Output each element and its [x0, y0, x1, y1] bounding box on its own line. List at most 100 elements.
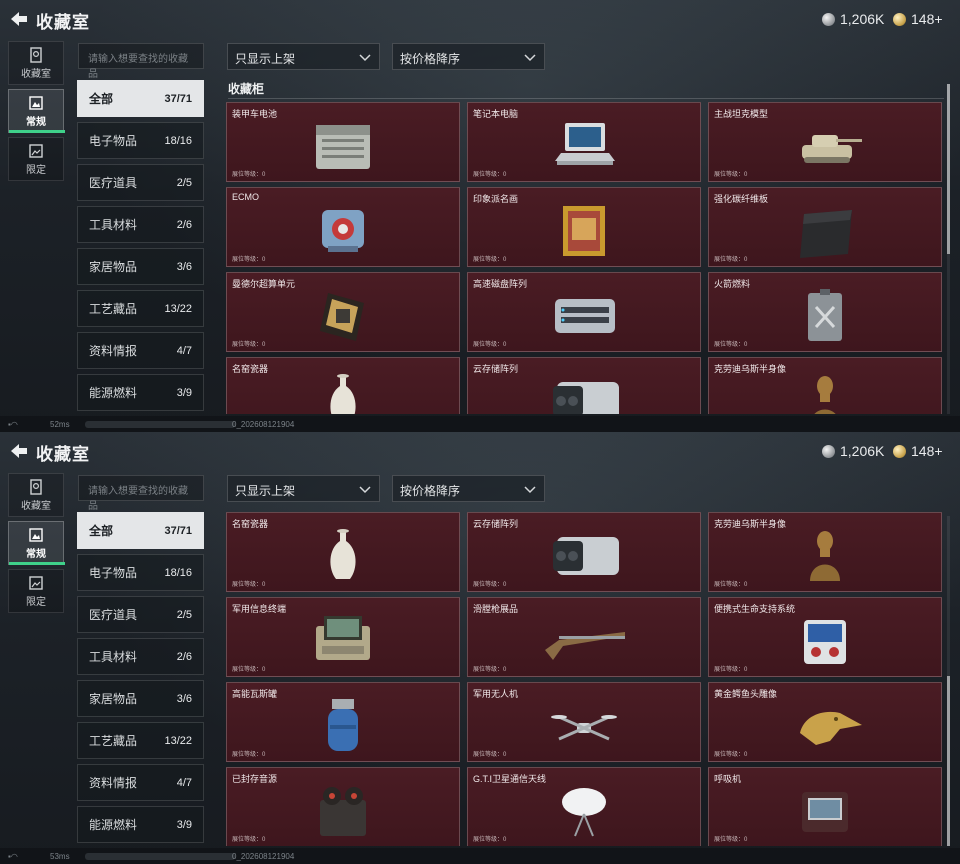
- scrollbar[interactable]: [947, 84, 950, 414]
- collection-item-card[interactable]: 已封存音源 展位等级：0: [226, 767, 460, 846]
- collection-item-card[interactable]: 印象派名画 展位等级：0: [467, 187, 701, 267]
- scrollbar[interactable]: [947, 516, 950, 846]
- collection-item-card[interactable]: 便携式生命支持系统 展位等级：0: [708, 597, 942, 677]
- gold-coin-icon: [893, 12, 906, 26]
- nav-label: 常规: [26, 117, 46, 128]
- nav-label: 收藏室: [21, 69, 51, 80]
- item-name: 高速磁盘阵列: [473, 279, 528, 289]
- scrollbar-thumb[interactable]: [947, 84, 950, 254]
- category-medical[interactable]: 医疗道具 2/5: [77, 164, 204, 201]
- cabinet-grid-viewport[interactable]: 装甲车电池展位等级：0笔记本电脑展位等级：0主战坦克模型展位等级：0ECMO展位…: [226, 512, 944, 846]
- collection-item-card[interactable]: 笔记本电脑 展位等级：0: [467, 102, 701, 182]
- category-tools[interactable]: 工具材料 2/6: [77, 638, 204, 675]
- search-input[interactable]: 请输入想要查找的收藏品: [78, 43, 204, 80]
- life-support-icon: [804, 620, 846, 664]
- vase-icon: [330, 374, 356, 414]
- collection-item-card[interactable]: 云存储阵列展位等级：0: [467, 512, 701, 592]
- wifi-icon: ▪◠: [8, 420, 18, 429]
- category-all[interactable]: 全部 37/71: [77, 512, 204, 549]
- category-intel[interactable]: 资料情报 4/7: [77, 332, 204, 369]
- redacted-text: [85, 853, 235, 860]
- nav-collection-room[interactable]: 收藏室: [8, 41, 64, 85]
- silver-value: 1,206K: [840, 11, 885, 27]
- collection-item-card[interactable]: 装甲车电池展位等级：0: [226, 102, 460, 182]
- category-label: 全部: [89, 92, 114, 106]
- chevron-down-icon: [524, 54, 536, 62]
- scrollbar-thumb[interactable]: [947, 676, 950, 846]
- category-energy[interactable]: 能源燃料 3/9: [77, 374, 204, 411]
- search-input[interactable]: 请输入想要查找的收藏品: [78, 475, 204, 512]
- regular-frame-icon: [29, 96, 43, 110]
- item-name: 曼德尔超算单元: [232, 279, 296, 289]
- category-crafts[interactable]: 工艺藏品 13/22: [77, 290, 204, 327]
- sort-dropdown[interactable]: 按价格降序: [392, 475, 545, 502]
- collection-item-card[interactable]: 呼吸机 展位等级：0: [708, 767, 942, 846]
- category-crafts[interactable]: 工艺藏品 13/22: [77, 722, 204, 759]
- silver-coin-icon: [822, 12, 835, 26]
- gold-currency[interactable]: 148+: [893, 9, 943, 29]
- item-name: 主战坦克模型: [714, 109, 769, 119]
- vase-icon: [330, 529, 356, 579]
- item-name: 云存储阵列: [473, 519, 519, 529]
- collection-item-card[interactable]: 高速磁盘阵列 展位等级：0: [467, 272, 701, 352]
- item-name: 滑膛枪展品: [473, 604, 519, 614]
- category-count: 2/6: [176, 218, 192, 231]
- item-name: 军用无人机: [473, 689, 519, 699]
- booth-level: 展位等级：0: [232, 342, 266, 348]
- category-tools[interactable]: 工具材料 2/6: [77, 206, 204, 243]
- nav-limited[interactable]: 限定: [8, 137, 64, 181]
- collection-item-card[interactable]: ECMO 展位等级：0: [226, 187, 460, 267]
- collection-item-card[interactable]: 克劳迪乌斯半身像展位等级：0: [708, 512, 942, 592]
- collection-item-card[interactable]: 曼德尔超算单元展位等级：0: [226, 272, 460, 352]
- category-household[interactable]: 家居物品 3/6: [77, 680, 204, 717]
- status-bar: ▪◠ 52ms 0_202608121904: [0, 416, 960, 432]
- category-electronics[interactable]: 电子物品 18/16: [77, 122, 204, 159]
- category-electronics[interactable]: 电子物品 18/16: [77, 554, 204, 591]
- collection-item-card[interactable]: 名窑瓷器展位等级：0: [226, 512, 460, 592]
- item-name: 装甲车电池: [232, 109, 278, 119]
- musket-icon: [545, 632, 625, 660]
- collection-item-card[interactable]: 云存储阵列展位等级：0: [467, 357, 701, 414]
- chevron-down-icon: [359, 54, 371, 62]
- sort-dropdown[interactable]: 按价格降序: [392, 43, 545, 70]
- cabinet-grid-viewport[interactable]: 装甲车电池展位等级：0笔记本电脑展位等级：0主战坦克模型展位等级：0ECMO展位…: [226, 102, 944, 414]
- category-household[interactable]: 家居物品 3/6: [77, 248, 204, 285]
- gold-currency[interactable]: 148+: [893, 441, 943, 461]
- collection-item-card[interactable]: 军用信息终端 展位等级：0: [226, 597, 460, 677]
- ecmo-icon: [322, 210, 364, 252]
- booth-level: 展位等级：0: [714, 582, 748, 588]
- category-medical[interactable]: 医疗道具 2/5: [77, 596, 204, 633]
- collection-item-card[interactable]: 克劳迪乌斯半身像展位等级：0: [708, 357, 942, 414]
- booth-level: 展位等级：0: [473, 667, 507, 673]
- collection-item-card[interactable]: G.T.I卫星通信天线 展位等级：0: [467, 767, 701, 846]
- category-energy[interactable]: 能源燃料 3/9: [77, 806, 204, 843]
- shelf-filter-dropdown[interactable]: 只显示上架: [227, 43, 380, 70]
- category-all[interactable]: 全部 37/71: [77, 80, 204, 117]
- category-label: 电子物品: [89, 566, 138, 580]
- collection-item-card[interactable]: 名窑瓷器展位等级：0: [226, 357, 460, 414]
- category-label: 工具材料: [89, 650, 138, 664]
- collection-item-card[interactable]: 火箭燃料 展位等级：0: [708, 272, 942, 352]
- category-intel[interactable]: 资料情报 4/7: [77, 764, 204, 801]
- booth-level: 展位等级：0: [232, 172, 266, 178]
- collection-item-card[interactable]: 滑膛枪展品展位等级：0: [467, 597, 701, 677]
- drone-icon: [551, 715, 617, 741]
- collection-item-card[interactable]: 高能瓦斯罐 展位等级：0: [226, 682, 460, 762]
- nav-limited[interactable]: 限定: [8, 569, 64, 613]
- collection-item-card[interactable]: 军用无人机 展位等级：0: [467, 682, 701, 762]
- tank-icon: [802, 135, 862, 163]
- item-name: 克劳迪乌斯半身像: [714, 364, 787, 374]
- shelf-filter-dropdown[interactable]: 只显示上架: [227, 475, 380, 502]
- nav-regular[interactable]: 常规: [8, 89, 65, 133]
- collection-item-card[interactable]: 强化碳纤维板 展位等级：0: [708, 187, 942, 267]
- ventilator-icon: [802, 792, 848, 832]
- cabinet-grid: 装甲车电池展位等级：0笔记本电脑展位等级：0主战坦克模型展位等级：0ECMO展位…: [226, 512, 942, 846]
- collection-item-card[interactable]: 主战坦克模型 展位等级：0: [708, 102, 942, 182]
- back-arrow-icon[interactable]: [8, 441, 30, 461]
- nav-regular[interactable]: 常规: [8, 521, 65, 565]
- nav-collection-room[interactable]: 收藏室: [8, 473, 64, 517]
- ping-value: 52ms: [50, 420, 70, 429]
- category-label: 家居物品: [89, 260, 138, 274]
- back-arrow-icon[interactable]: [8, 9, 30, 29]
- collection-item-card[interactable]: 黄金鳄鱼头雕像 展位等级：0: [708, 682, 942, 762]
